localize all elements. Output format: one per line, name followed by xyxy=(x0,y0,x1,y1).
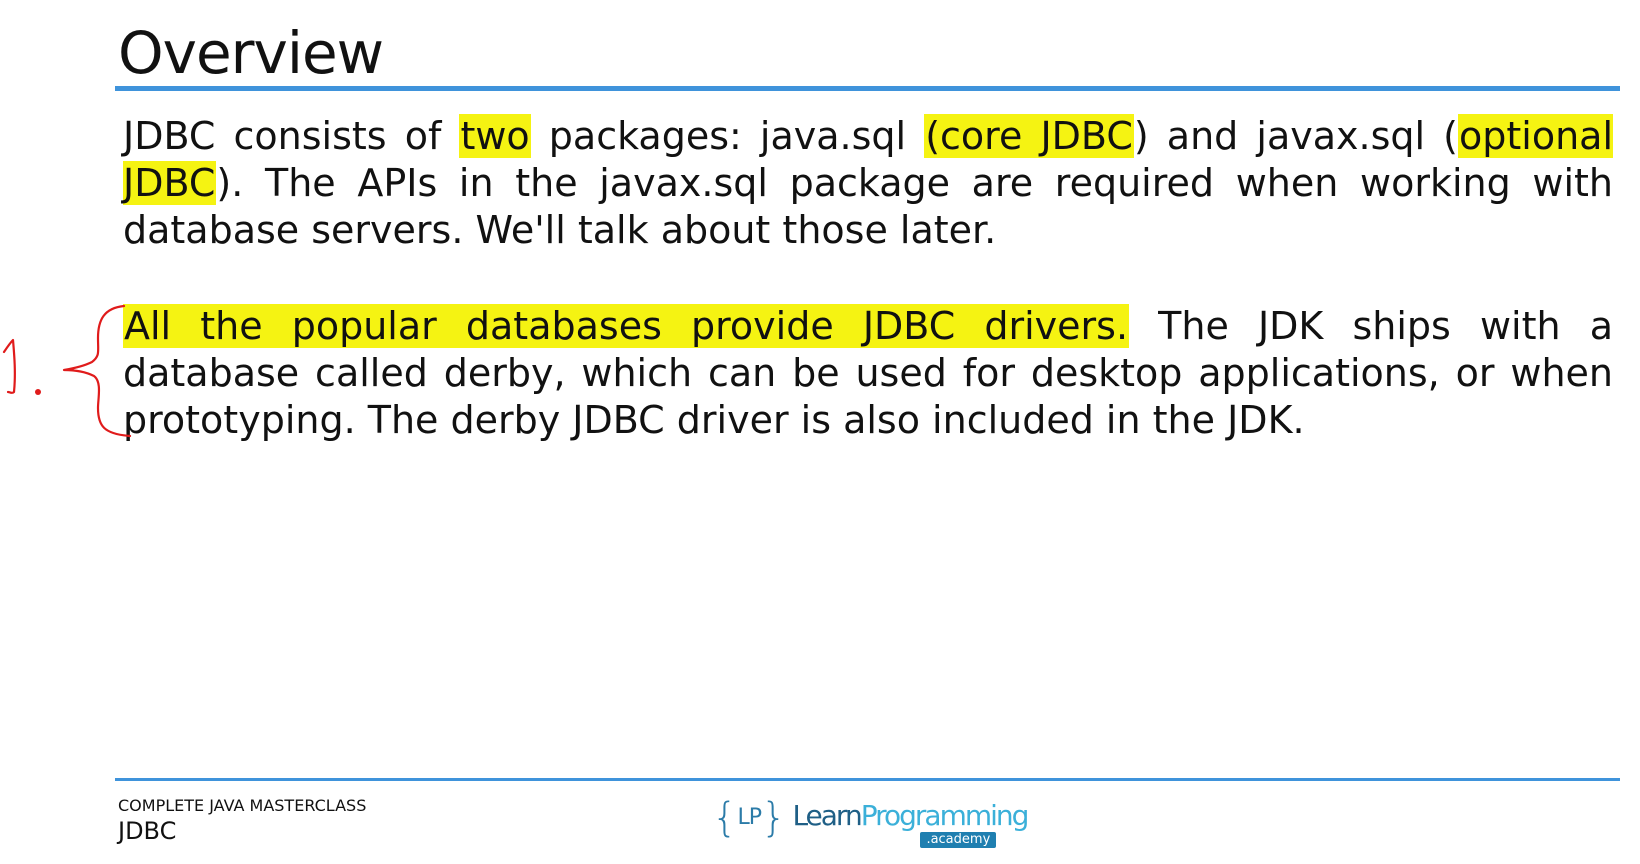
paragraph-packages: JDBC consists of two packages: java.sql … xyxy=(123,113,1614,254)
footer-topic: JDBC xyxy=(118,817,177,845)
paragraph-drivers: All the popular databases provide JDBC d… xyxy=(123,303,1613,444)
logo-lp: LP xyxy=(737,805,762,830)
logo-brace-open: { xyxy=(712,795,738,841)
slide-title: Overview xyxy=(118,19,384,87)
paragraph-text: JDBC consists of xyxy=(123,114,460,158)
footer-course-name: COMPLETE JAVA MASTERCLASS xyxy=(118,796,367,815)
ink-brace xyxy=(62,304,132,438)
logo-wordmark: LearnProgramming .academy xyxy=(792,796,1030,848)
paragraph-text: ). The APIs in the javax.sql package are… xyxy=(123,161,1613,252)
highlighted-text: two xyxy=(459,114,531,158)
footer-rule xyxy=(115,778,1620,781)
logo-learn: Learn xyxy=(792,799,862,832)
learnprogramming-logo: { LP } LearnProgramming .academy xyxy=(712,795,1030,848)
title-underline xyxy=(115,86,1620,91)
handwritten-annotation: 1. xyxy=(2,304,132,438)
highlighted-text: All the popular databases provide JDBC d… xyxy=(123,304,1130,348)
highlighted-text: (core JDBC xyxy=(924,114,1134,158)
logo-academy-badge: .academy xyxy=(920,832,997,848)
logo-brace-close: } xyxy=(760,795,787,841)
paragraph-text: ) and javax.sql ( xyxy=(1133,114,1458,158)
ink-number-one xyxy=(2,338,16,394)
paragraph-text: packages: java.sql xyxy=(530,114,925,158)
logo-programming: Programming xyxy=(860,799,1030,832)
ink-dot xyxy=(35,389,41,395)
